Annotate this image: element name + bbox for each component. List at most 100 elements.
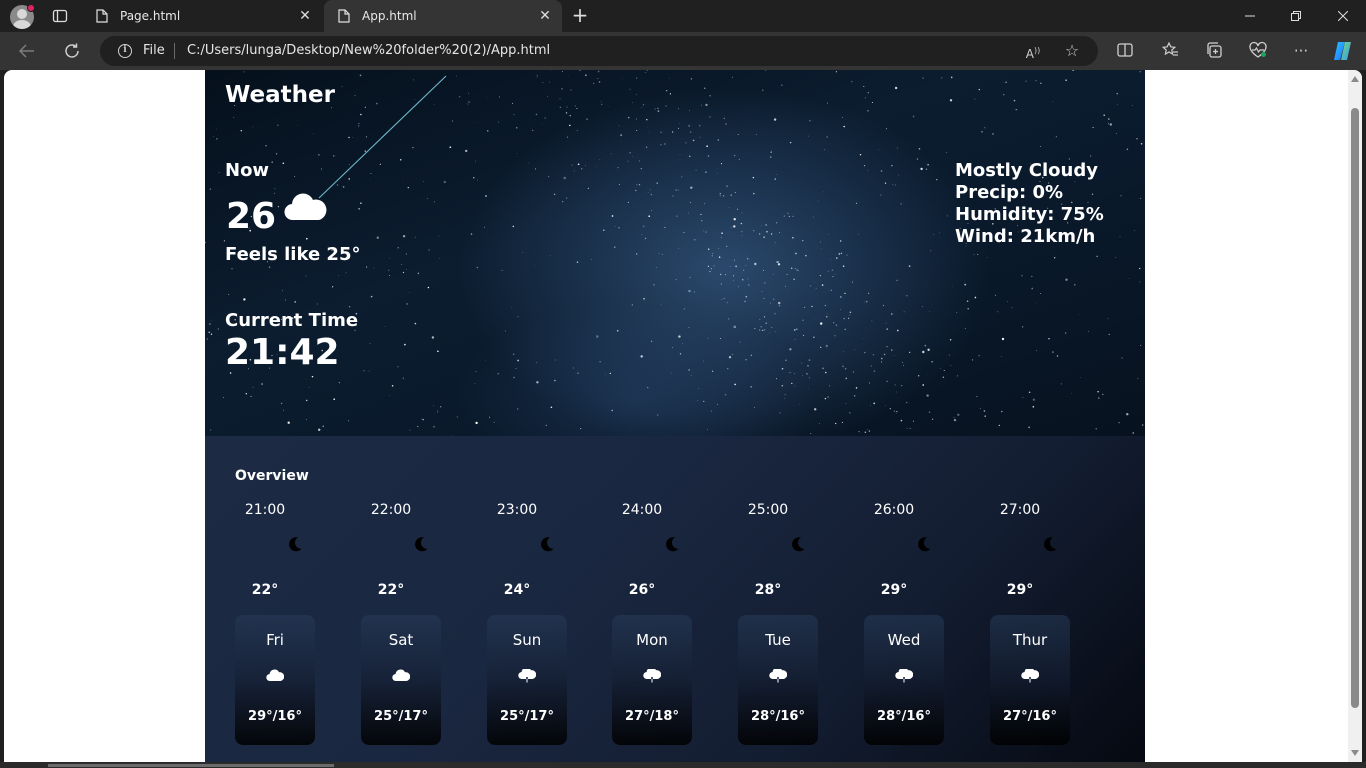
current-temperature: 26 (226, 196, 277, 237)
favorites-icon[interactable] (1160, 41, 1180, 61)
moon-icon (289, 537, 302, 552)
hour-temperature: 22° (377, 582, 405, 598)
day-temperatures: 27°/16° (1003, 709, 1057, 724)
day-card[interactable]: Wed 28°/16° (864, 615, 944, 745)
scroll-up-arrow-icon[interactable] (1351, 76, 1359, 82)
day-name: Thur (1012, 631, 1048, 649)
vertical-scrollbar[interactable] (1348, 70, 1362, 762)
hour-time: 27:00 (999, 502, 1041, 518)
more-options-icon[interactable]: ··· (1291, 41, 1311, 61)
hour-temperature: 26° (628, 582, 656, 598)
split-screen-icon[interactable] (1115, 41, 1135, 61)
moon-icon (918, 537, 931, 552)
document-icon (338, 9, 350, 23)
day-temperatures: 28°/16° (877, 709, 931, 724)
now-label: Now (225, 160, 270, 181)
cloud-rain-icon (769, 669, 787, 683)
hour-temperature: 29° (1006, 582, 1034, 598)
page-viewport: Weather Now 26 Feels like 25° Current Ti… (4, 70, 1362, 762)
overview-section: Overview 21:00 22° 22:00 22° 23:00 24° 2… (205, 436, 1145, 762)
tab-bar: Page.html ✕ App.html ✕ + (0, 0, 1366, 32)
day-temperatures: 25°/17° (500, 709, 554, 724)
browser-toolbar: i File C:/Users/lunga/Desktop/New%20fold… (0, 32, 1366, 70)
day-name: Sat (388, 631, 414, 649)
moon-icon (666, 537, 679, 552)
collections-icon[interactable] (1204, 41, 1224, 61)
address-bar[interactable]: i File C:/Users/lunga/Desktop/New%20fold… (100, 36, 1098, 66)
hour-time: 22:00 (370, 502, 412, 518)
cloud-rain-icon (895, 669, 913, 683)
moon-icon (541, 537, 554, 552)
cloud-rain-icon (518, 669, 536, 683)
favorite-star-icon[interactable]: ☆ (1063, 42, 1081, 60)
site-info-icon[interactable]: i (118, 44, 132, 58)
feels-like: Feels like 25° (225, 244, 361, 265)
hour-time: 24:00 (621, 502, 663, 518)
humidity-text: Humidity: 75% (955, 204, 1104, 225)
url-text[interactable]: C:/Users/lunga/Desktop/New%20folder%20(2… (187, 43, 550, 58)
hour-temperature: 29° (880, 582, 908, 598)
day-temperatures: 28°/16° (751, 709, 805, 724)
cloud-icon (266, 669, 284, 682)
cloud-icon (284, 193, 327, 221)
tab-app-html[interactable]: App.html ✕ (324, 0, 562, 32)
condition-text: Mostly Cloudy (955, 160, 1098, 181)
day-name: Fri (266, 631, 284, 649)
moon-icon (1044, 537, 1057, 552)
new-tab-icon[interactable]: + (570, 5, 590, 25)
reload-icon[interactable] (61, 40, 83, 62)
day-name: Wed (887, 631, 921, 649)
protocol-label: File (143, 43, 165, 58)
scroll-thumb[interactable] (1351, 108, 1359, 708)
close-tab-icon[interactable]: ✕ (298, 9, 312, 23)
weather-app: Weather Now 26 Feels like 25° Current Ti… (205, 70, 1145, 762)
day-card[interactable]: Thur 27°/16° (990, 615, 1070, 745)
day-temperatures: 25°/17° (374, 709, 428, 724)
hero-section: Weather Now 26 Feels like 25° Current Ti… (205, 70, 1145, 436)
scroll-down-arrow-icon[interactable] (1351, 750, 1359, 756)
taskbar-strip-highlight (48, 764, 334, 767)
close-tab-icon[interactable]: ✕ (538, 9, 552, 23)
browser-essentials-icon[interactable] (1248, 41, 1268, 61)
hour-time: 26:00 (873, 502, 915, 518)
current-time: 21:42 (225, 332, 340, 373)
day-card[interactable]: Sun 25°/17° (487, 615, 567, 745)
moon-icon (415, 537, 428, 552)
hour-temperature: 24° (503, 582, 531, 598)
hour-temperature: 28° (754, 582, 782, 598)
current-time-label: Current Time (225, 310, 359, 331)
day-name: Sun (512, 631, 542, 649)
address-separator (174, 43, 175, 59)
taskbar-strip (0, 762, 1366, 768)
copilot-icon[interactable] (1331, 40, 1355, 62)
tab-actions-icon[interactable] (52, 8, 68, 24)
cloud-rain-icon (643, 669, 661, 683)
tab-page-html[interactable]: Page.html ✕ (82, 0, 322, 32)
day-name: Tue (765, 631, 791, 649)
overview-title: Overview (235, 468, 309, 484)
read-aloud-icon[interactable]: A)) (1024, 42, 1042, 61)
minimize-icon[interactable] (1227, 0, 1273, 32)
moon-icon (792, 537, 805, 552)
restore-icon[interactable] (1273, 0, 1319, 32)
day-card[interactable]: Mon 27°/18° (612, 615, 692, 745)
cloud-icon (392, 669, 410, 682)
day-card[interactable]: Fri 29°/16° (235, 615, 315, 745)
tab-title: App.html (362, 9, 417, 23)
cloud-rain-icon (1021, 669, 1039, 683)
profile-notification-dot (27, 4, 35, 12)
precip-text: Precip: 0% (955, 182, 1064, 203)
day-temperatures: 27°/18° (625, 709, 679, 724)
back-arrow-icon[interactable] (16, 40, 38, 62)
weather-details: Mostly Cloudy Precip: 0% Humidity: 75% W… (955, 160, 1104, 248)
day-name: Mon (636, 631, 668, 649)
wind-text: Wind: 21km/h (955, 226, 1096, 247)
close-window-icon[interactable] (1320, 0, 1366, 32)
hour-temperature: 22° (251, 582, 279, 598)
day-card[interactable]: Tue 28°/16° (738, 615, 818, 745)
hour-time: 21:00 (244, 502, 286, 518)
hour-time: 25:00 (747, 502, 789, 518)
document-icon (96, 9, 108, 23)
app-title: Weather (225, 82, 335, 108)
day-card[interactable]: Sat 25°/17° (361, 615, 441, 745)
